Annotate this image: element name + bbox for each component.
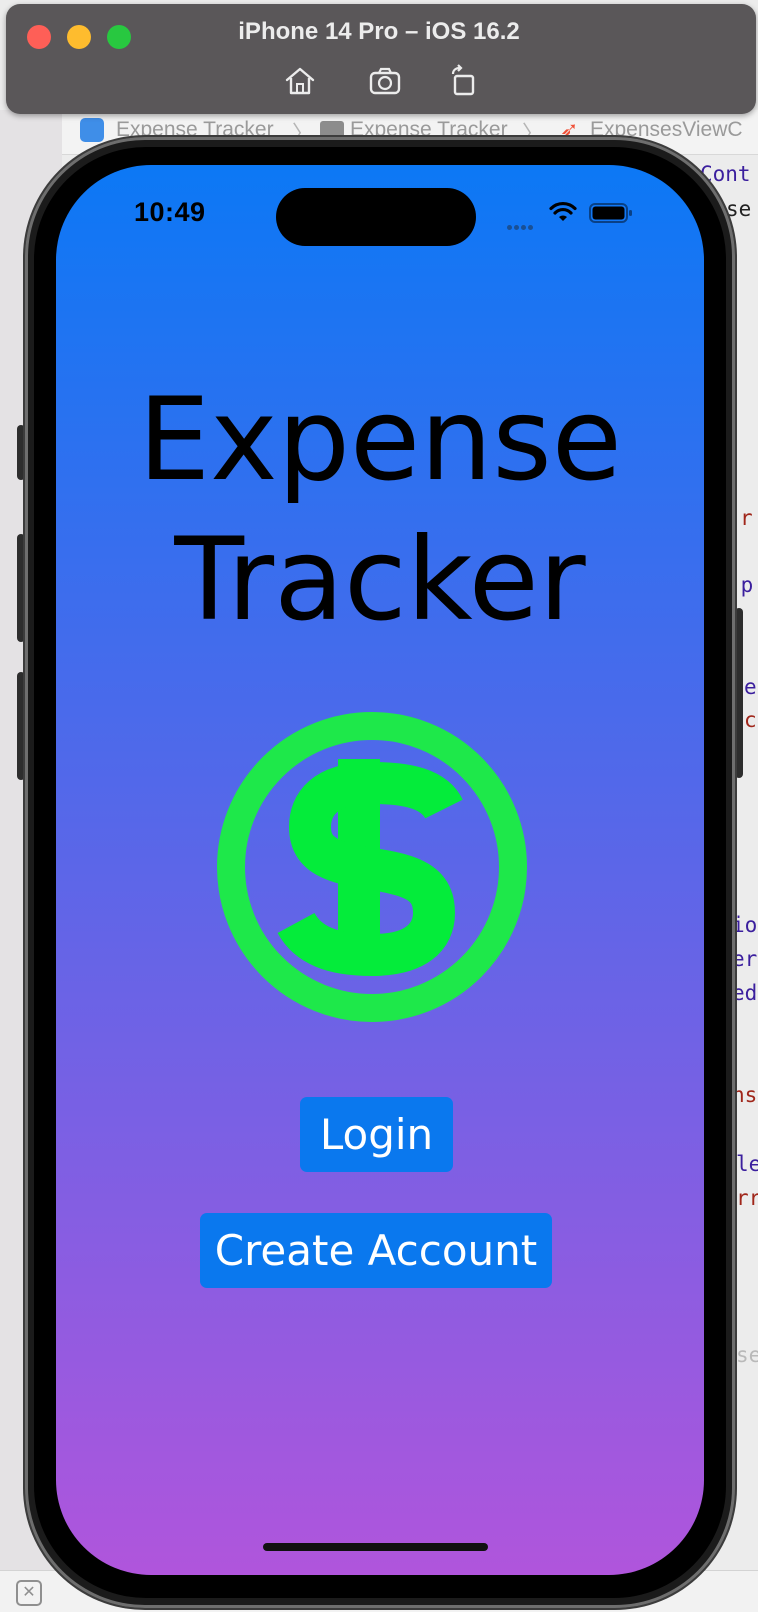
code-fragment: e <box>744 675 757 699</box>
dynamic-island <box>276 188 476 246</box>
app-title-line2: Tracker <box>174 513 586 646</box>
silent-switch <box>17 425 25 480</box>
cellular-signal-icon <box>507 217 535 235</box>
home-indicator[interactable] <box>263 1543 488 1551</box>
dollar-sign-icon <box>217 712 527 1022</box>
create-account-button[interactable]: Create Account <box>200 1213 552 1288</box>
status-time: 10:49 <box>134 197 206 227</box>
camera-icon[interactable] <box>368 64 402 98</box>
code-fragment: er <box>732 947 758 971</box>
code-fragment: ed <box>732 981 758 1005</box>
simulator-titlebar: iPhone 14 Pro – iOS 16.2 <box>6 4 756 114</box>
home-icon[interactable] <box>283 64 317 98</box>
simulator-title: iPhone 14 Pro – iOS 16.2 <box>238 18 520 45</box>
code-fragment: se <box>736 1343 758 1367</box>
rotate-icon[interactable] <box>446 64 480 98</box>
wifi-icon <box>549 201 577 221</box>
app-project-icon <box>80 118 104 142</box>
battery-icon <box>589 203 632 223</box>
login-button[interactable]: Login <box>300 1097 453 1172</box>
code-fragment: c <box>744 708 757 732</box>
code-fragment: r <box>740 506 753 530</box>
power-button <box>735 608 743 778</box>
code-fragment: io <box>732 913 758 937</box>
clear-console-icon[interactable]: ✕ <box>16 1580 42 1606</box>
volume-up-button <box>17 534 25 642</box>
app-title-line1: Expense <box>138 373 622 506</box>
code-fragment: le <box>736 1152 758 1176</box>
code-fragment: se <box>726 197 752 221</box>
app-screen: 10:49 Expense Tracker Login Create Accou… <box>56 165 704 1575</box>
volume-down-button <box>17 672 25 780</box>
code-fragment: ns <box>732 1083 758 1107</box>
code-fragment: rr <box>736 1186 758 1210</box>
app-title: Expense Tracker <box>56 370 704 650</box>
